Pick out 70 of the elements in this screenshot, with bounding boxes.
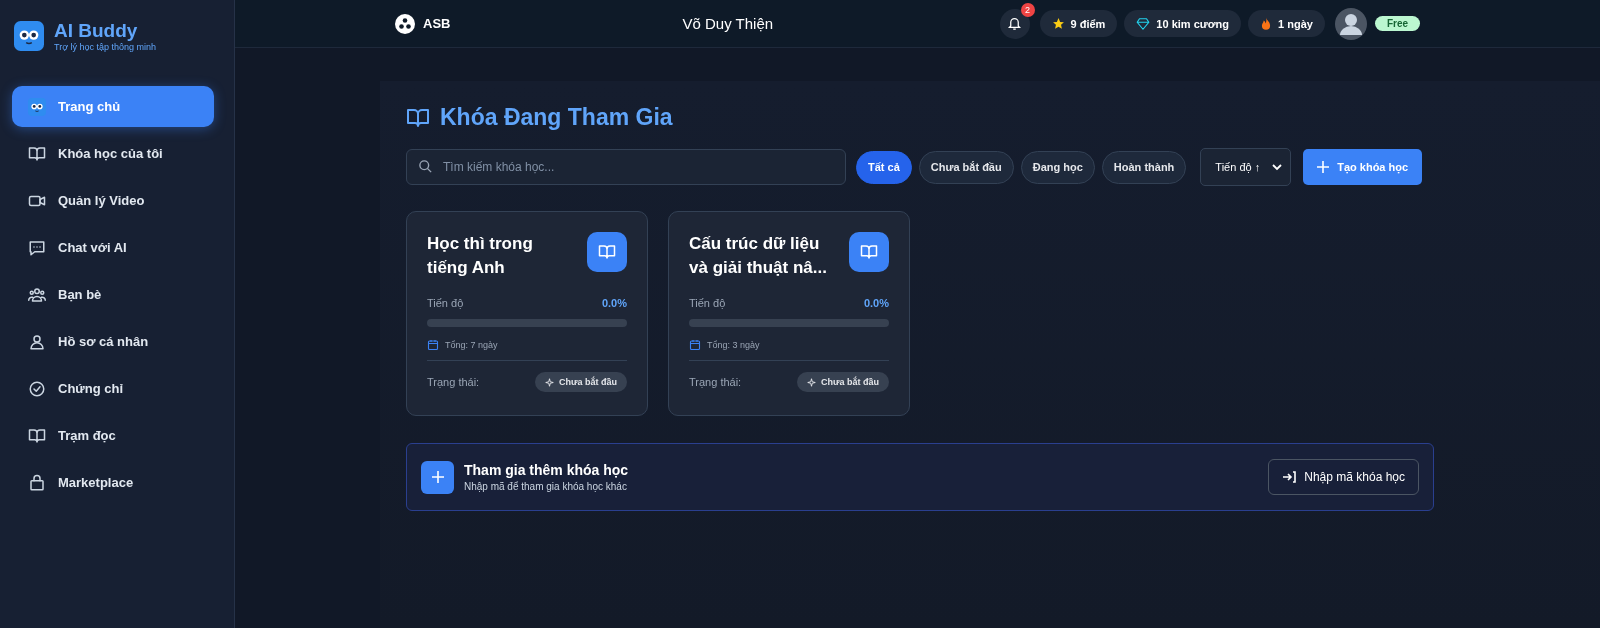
sidebar-item[interactable]: Quản lý Video (12, 180, 214, 221)
book-icon (28, 144, 46, 163)
avatar-icon[interactable] (1334, 7, 1367, 40)
course-title: Cấu trúc dữ liệu và giải thuật nâ... (689, 233, 828, 279)
search-field[interactable]: Tìm kiếm khóa học... (406, 149, 846, 185)
book-icon (28, 426, 46, 445)
course-icon (587, 232, 627, 272)
org-logo-icon (395, 13, 415, 34)
sparkle-icon (544, 377, 554, 387)
course-duration: Tổng: 7 ngày (445, 340, 498, 350)
search-icon (418, 159, 433, 174)
join-title: Tham gia thêm khóa học (464, 462, 630, 478)
filter-chip[interactable]: Tất cả (856, 150, 912, 184)
plan-tag: Free (1374, 16, 1420, 31)
sort-dropdown[interactable]: Tiến độ ↑ (1200, 148, 1292, 186)
page-title: Khóa Đang Tham Gia (440, 104, 673, 131)
calendar-icon (427, 339, 439, 351)
filter-chip[interactable]: Đang học (1020, 150, 1095, 184)
app-tagline: Trợ lý học tập thông minh (54, 42, 157, 52)
course-card[interactable]: Cấu trúc dữ liệu và giải thuật nâ... Tiến độ 0.0% Tổng: 3 ngày Trạng thái: Chưa bắt đầu (668, 211, 910, 416)
enter-code-button[interactable]: Nhập mã khóa học (1268, 459, 1419, 495)
check-badge-icon (28, 379, 46, 398)
status-tag: Chưa bắt đầu (796, 372, 889, 392)
robot-logo-icon (14, 21, 44, 51)
chat-icon (28, 238, 46, 257)
stat-label: 10 kim cương (1156, 17, 1229, 30)
calendar-icon (689, 339, 701, 351)
plus-icon (1317, 161, 1330, 173)
filter-chip[interactable]: Hoàn thành (1101, 150, 1187, 184)
progress-label: Tiến độ (689, 297, 726, 309)
notification-count: 2 (1020, 2, 1035, 17)
status-label: Trạng thái: (689, 376, 742, 388)
status-label: Trạng thái: (427, 376, 480, 388)
people-icon (28, 285, 46, 304)
user-name: Võ Duy Thiện (682, 15, 775, 32)
plus-icon (421, 460, 454, 494)
stat-label: 1 ngày (1278, 17, 1313, 30)
progress-value: 0.0% (863, 297, 889, 309)
bell-icon (1007, 16, 1022, 31)
sidebar-item[interactable]: Trang chủ (12, 86, 214, 127)
diamond-icon (1136, 16, 1151, 31)
org-name: ASB (423, 16, 451, 31)
sidebar-item[interactable]: Marketplace (12, 462, 214, 503)
sidebar-item[interactable]: Chat với AI (12, 227, 214, 268)
notification-button[interactable] (999, 8, 1030, 39)
course-duration: Tổng: 3 ngày (707, 340, 760, 350)
sidebar-item[interactable]: Chứng chỉ (12, 368, 214, 409)
robot-face-icon (28, 97, 46, 116)
user-icon (28, 332, 46, 351)
sidebar-item[interactable]: Bạn bè (12, 274, 214, 315)
sidebar-item[interactable]: Trạm đọc (12, 415, 214, 456)
course-title: Học thì trong tiếng Anh (427, 233, 534, 279)
login-arrow-icon (1282, 471, 1297, 483)
status-tag: Chưa bắt đầu (534, 372, 627, 392)
star-icon (1051, 17, 1065, 30)
progress-label: Tiến độ (427, 297, 464, 309)
stat-label: 9 điểm (1070, 17, 1106, 30)
sidebar-item[interactable]: Khóa học của tôi (12, 133, 214, 174)
flame-icon (1260, 16, 1272, 31)
chevron-down-icon (1272, 162, 1283, 172)
bag-icon (28, 473, 46, 492)
progress-value: 0.0% (601, 297, 627, 309)
sparkle-icon (806, 377, 816, 387)
filter-chip[interactable]: Chưa bắt đầu (918, 150, 1014, 184)
app-name: AI Buddy (54, 20, 139, 42)
create-course-button[interactable]: Tạo khóa học (1303, 149, 1423, 185)
join-subtitle: Nhập mã để tham gia khóa học khác (464, 481, 628, 492)
sidebar-item[interactable]: Hồ sơ cá nhân (12, 321, 214, 362)
course-card[interactable]: Học thì trong tiếng Anh Tiến độ 0.0% Tổng: 7 ngày Trạng thái: Chưa bắt đầu (406, 211, 648, 416)
course-icon (849, 232, 889, 272)
